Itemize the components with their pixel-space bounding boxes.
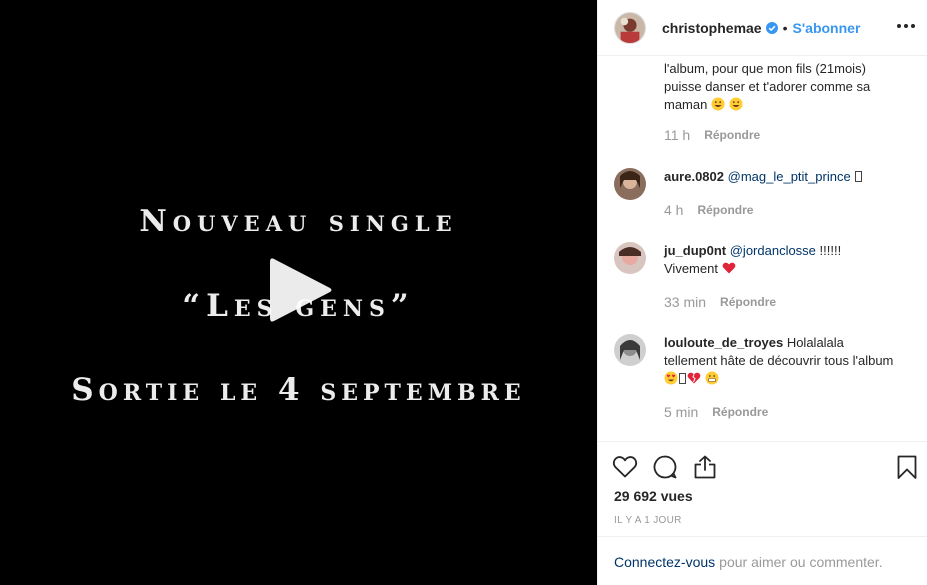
comment-text: ju_dup0nt @jordanclosse !!!!!! Vivement	[664, 243, 842, 276]
separator-dot: •	[782, 19, 788, 36]
post-timestamp[interactable]: Il y a 1 jour	[614, 515, 682, 526]
video-player[interactable]: Nouveau single “Les gens” Sortie le 4 se…	[0, 0, 597, 585]
username-link[interactable]: christophemae	[662, 20, 762, 36]
comment-username[interactable]: louloute_de_troyes	[664, 335, 783, 350]
avatar[interactable]	[614, 334, 646, 366]
video-title-line-3: Sortie le 4 septembre	[71, 372, 526, 408]
comment-mention[interactable]: @jordanclosse	[730, 243, 816, 258]
comment-meta: 33 min Répondre	[664, 294, 776, 310]
login-link[interactable]: Connectez-vous	[614, 554, 715, 570]
reply-button[interactable]: Répondre	[720, 295, 776, 309]
more-icon[interactable]	[896, 18, 916, 38]
avatar[interactable]	[614, 168, 646, 200]
verified-icon	[765, 21, 778, 34]
post-actions: 29 692 vues Il y a 1 jour Connectez-vous…	[598, 441, 927, 585]
video-title-line-1: Nouveau single	[139, 204, 458, 239]
post-side-panel: christophemae • S'abonner l'album, pour …	[597, 0, 927, 585]
comment-time[interactable]: 11 h	[664, 127, 690, 143]
comment-continued-text: l'album, pour que mon fils (21mois) puis…	[664, 61, 871, 112]
reply-button[interactable]: Répondre	[697, 203, 753, 217]
comment-text: louloute_de_troyes Holalalala tellement …	[664, 334, 896, 388]
play-icon	[270, 258, 332, 322]
reply-button[interactable]: Répondre	[712, 405, 768, 419]
post-header: christophemae • S'abonner	[598, 0, 927, 56]
heart-eyes-emoji-icon	[664, 371, 678, 385]
share-icon[interactable]	[692, 454, 718, 480]
comment-username[interactable]: aure.0802	[664, 169, 724, 184]
follow-button[interactable]: S'abonner	[793, 20, 861, 36]
bookmark-icon[interactable]	[894, 454, 920, 480]
comment-text: aure.0802 @mag_le_ptit_prince	[664, 168, 896, 186]
reply-button[interactable]: Répondre	[704, 128, 760, 142]
unknown-glyph-icon	[679, 373, 686, 384]
heart-icon[interactable]	[612, 454, 638, 480]
comment-meta: 11 h Répondre	[664, 127, 760, 143]
comments-list[interactable]: l'album, pour que mon fils (21mois) puis…	[598, 57, 927, 441]
red-heart-icon	[722, 262, 735, 274]
view-count[interactable]: 29 692 vues	[614, 488, 693, 504]
comment-meta: 5 min Répondre	[664, 404, 768, 420]
comment-icon[interactable]	[652, 454, 678, 480]
broken-heart-icon	[687, 372, 701, 384]
comment-mention[interactable]: @mag_le_ptit_prince	[728, 169, 851, 184]
avatar[interactable]	[614, 11, 646, 44]
login-prompt: Connectez-vous pour aimer ou commenter.	[598, 536, 927, 585]
unknown-glyph-icon	[855, 171, 863, 182]
comment-username[interactable]: ju_dup0nt	[664, 243, 726, 258]
grimacing-emoji-icon	[705, 371, 719, 385]
comment-meta: 4 h Répondre	[664, 202, 753, 218]
login-prompt-text: pour aimer ou commenter.	[719, 553, 883, 570]
avatar[interactable]	[614, 242, 646, 274]
comment-time[interactable]: 4 h	[664, 202, 683, 218]
grinning-sweat-emoji-icon	[729, 97, 743, 111]
comment-time[interactable]: 33 min	[664, 294, 706, 310]
play-button[interactable]	[266, 255, 336, 325]
grinning-sweat-emoji-icon	[711, 97, 725, 111]
comment-time[interactable]: 5 min	[664, 404, 698, 420]
